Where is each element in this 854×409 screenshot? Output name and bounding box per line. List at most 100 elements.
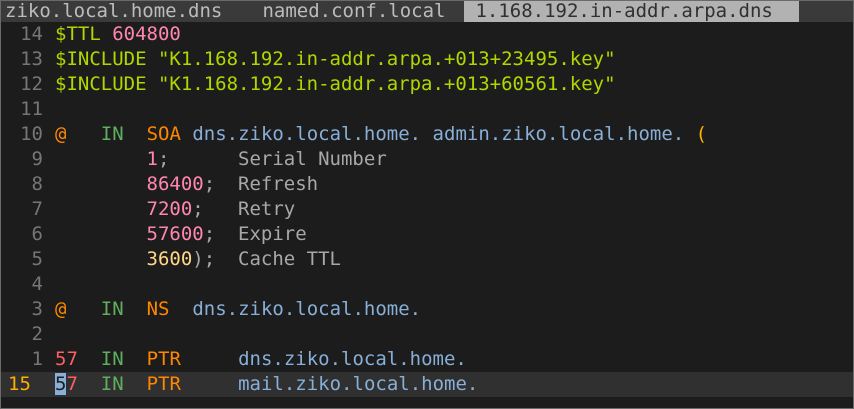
code-token: SOA [146, 123, 181, 145]
line-content: 57 IN PTR mail.ziko.local.home. [55, 372, 478, 397]
code-token: ; [203, 223, 239, 245]
line-number: 5 [31, 248, 43, 270]
line-number: 9 [31, 148, 43, 170]
tab-reverse-zone-file[interactable]: 1.168.192.in-addr.arpa.dns [464, 1, 799, 22]
line-number: 3 [31, 298, 43, 320]
line-number: 8 [31, 173, 43, 195]
code-token: 1 [146, 148, 158, 170]
code-token: $TTL [55, 23, 113, 45]
line-content: $INCLUDE "K1.168.192.in-addr.arpa.+013+6… [55, 72, 616, 97]
line-content: 1; Serial Number [55, 147, 387, 172]
code-token: @ [55, 123, 67, 145]
line-number: 13 [20, 48, 43, 70]
code-token: PTR [146, 373, 181, 395]
code-token: 57600 [146, 223, 204, 245]
code-token: 604800 [112, 23, 181, 45]
line-content: 7200; Retry [55, 197, 296, 222]
line-number: 12 [20, 73, 43, 95]
line-number: 14 [20, 23, 43, 45]
line-number: 6 [31, 223, 43, 245]
code-line[interactable]: 5 3600); Cache TTL [1, 247, 853, 272]
line-content: @ IN SOA dns.ziko.local.home. admin.ziko… [55, 122, 707, 147]
code-line[interactable]: 4 [1, 272, 853, 297]
code-line[interactable]: 13 $INCLUDE "K1.168.192.in-addr.arpa.+013… [1, 47, 853, 72]
code-token: dns.ziko.local.home. [192, 298, 422, 320]
line-number: 2 [31, 323, 43, 345]
line-content: 86400; Refresh [55, 172, 319, 197]
code-line[interactable]: 10 @ IN SOA dns.ziko.local.home. admin.zi… [1, 122, 853, 147]
code-token: PTR [146, 348, 181, 370]
code-line[interactable]: 9 1; Serial Number [1, 147, 853, 172]
tab-named-conf-local[interactable]: named.conf.local [251, 1, 457, 22]
editor-window: ziko.local.home.dns named.conf.local 1.1… [0, 0, 854, 409]
code-token: Serial Number [238, 148, 387, 170]
code-token: Refresh [238, 173, 319, 195]
code-token: ; [203, 173, 239, 195]
code-line[interactable]: 7 7200; Retry [1, 197, 853, 222]
code-token: IN [100, 373, 124, 395]
code-token: 57 [55, 348, 78, 370]
line-number: 15 [8, 373, 31, 395]
code-line[interactable]: 14 $TTL 604800 [1, 22, 853, 47]
code-token: $INCLUDE [55, 48, 158, 70]
code-token: ; [157, 148, 239, 170]
code-line[interactable]: 1 57 IN PTR dns.ziko.local.home. [1, 347, 853, 372]
line-number: 1 [31, 348, 43, 370]
line-content: 57 IN PTR dns.ziko.local.home. [55, 347, 467, 372]
code-token: @ [55, 298, 67, 320]
line-content: 57600; Expire [55, 222, 307, 247]
code-token: IN [100, 298, 124, 320]
code-token: 7200 [146, 198, 193, 220]
text-cursor: 5 [55, 373, 67, 395]
code-token: ); [192, 248, 239, 270]
tab-ziko-local-home-dns[interactable]: ziko.local.home.dns [5, 1, 234, 22]
code-line[interactable]: 3 @ IN NS dns.ziko.local.home. [1, 297, 853, 322]
code-token: dns.ziko.local.home. [238, 348, 467, 370]
code-token: 86400 [146, 173, 204, 195]
code-token: ( [684, 123, 708, 145]
code-token: mail.ziko.local.home. [238, 373, 479, 395]
line-number: 4 [31, 273, 43, 295]
code-token: 3600 [146, 248, 193, 270]
code-token: ; [192, 198, 239, 220]
code-token: 7 [66, 373, 78, 395]
code-token: Cache TTL [238, 248, 341, 270]
line-content: $INCLUDE "K1.168.192.in-addr.arpa.+013+2… [55, 47, 616, 72]
code-token: Expire [238, 223, 307, 245]
code-line-current[interactable]: 15 57 IN PTR mail.ziko.local.home. [1, 372, 853, 397]
code-token: IN [100, 123, 124, 145]
line-number: 7 [31, 198, 43, 220]
code-line[interactable]: 2 [1, 322, 853, 347]
code-line[interactable]: 12 $INCLUDE "K1.168.192.in-addr.arpa.+013… [1, 72, 853, 97]
code-token: dns.ziko.local.home. admin.ziko.local.ho… [192, 123, 685, 145]
code-token: NS [146, 298, 170, 320]
code-token: Retry [238, 198, 296, 220]
line-number: 11 [20, 98, 43, 120]
code-line[interactable]: 6 57600; Expire [1, 222, 853, 247]
line-content: 3600); Cache TTL [55, 247, 341, 272]
line-content: @ IN NS dns.ziko.local.home. [55, 297, 421, 322]
code-token: $INCLUDE [55, 73, 158, 95]
tab-bar: ziko.local.home.dns named.conf.local 1.1… [1, 1, 853, 22]
code-token: IN [100, 348, 124, 370]
code-token: "K1.168.192.in-addr.arpa.+013+23495.key" [157, 48, 616, 70]
code-line[interactable]: 8 86400; Refresh [1, 172, 853, 197]
code-line[interactable]: 11 [1, 97, 853, 122]
code-token: "K1.168.192.in-addr.arpa.+013+60561.key" [157, 73, 616, 95]
